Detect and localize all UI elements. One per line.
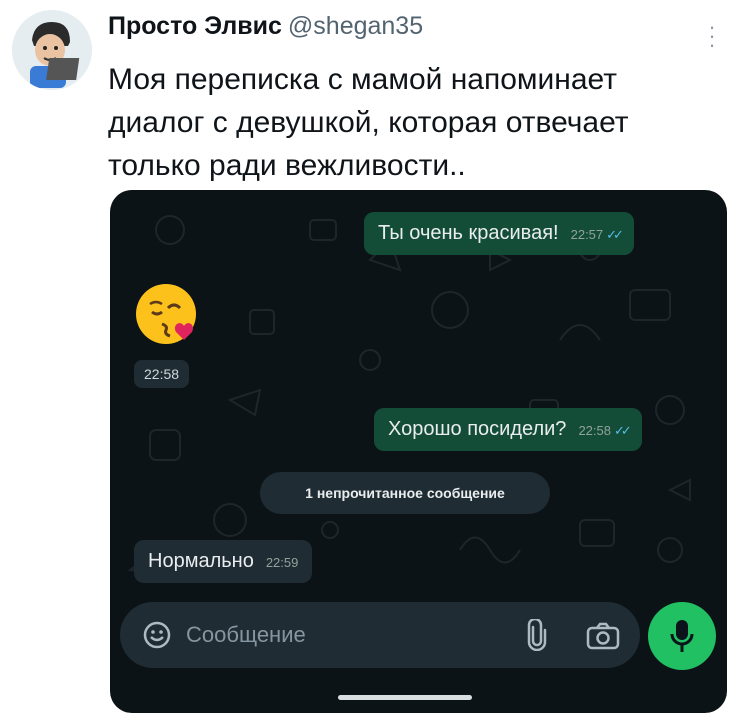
avatar-illustration [12,10,92,90]
message-outgoing[interactable]: Ты очень красивая! 22:57 ✓✓ [364,212,634,255]
author-name[interactable]: Просто Элвис [108,12,282,40]
paperclip-icon[interactable] [526,619,548,651]
tweet-header: Просто Элвис @shegan35 [108,12,423,41]
message-text: Ты очень красивая! [378,222,559,244]
message-input-bar[interactable]: Сообщение [120,602,640,668]
voice-message-button[interactable] [648,602,716,670]
message-input[interactable]: Сообщение [186,622,306,648]
message-outgoing[interactable]: Хорошо посидели? 22:58 ✓✓ [374,408,642,451]
read-ticks-icon: ✓✓ [613,423,632,438]
kiss-emoji-icon[interactable] [132,278,204,350]
message-incoming[interactable]: Нормально 22:59 [134,540,313,583]
chat-screenshot: Ты очень красивая! 22:57 ✓✓ 22:58 Хорошо п… [110,190,727,713]
message-time: 22:58 [134,360,190,388]
message-text: Хорошо посидели? [388,418,567,440]
read-ticks-icon: ✓✓ [606,227,624,242]
message-time: 22:58 [578,423,611,438]
message-time: 22:57 [570,227,604,242]
message-text: Нормально [148,550,254,572]
avatar[interactable] [12,10,92,90]
message-time: 22:59 [265,555,299,570]
microphone-icon [670,620,694,652]
tweet-text: Моя переписка с мамой напоминает диалог … [108,63,629,182]
camera-icon[interactable] [586,622,620,650]
unread-divider: 1 непрочитанное сообщение [260,472,550,514]
sticker-icon[interactable] [142,620,172,650]
more-vertical-icon[interactable]: · · · [708,16,716,56]
home-indicator [338,695,472,700]
author-handle[interactable]: @shegan35 [288,12,423,40]
